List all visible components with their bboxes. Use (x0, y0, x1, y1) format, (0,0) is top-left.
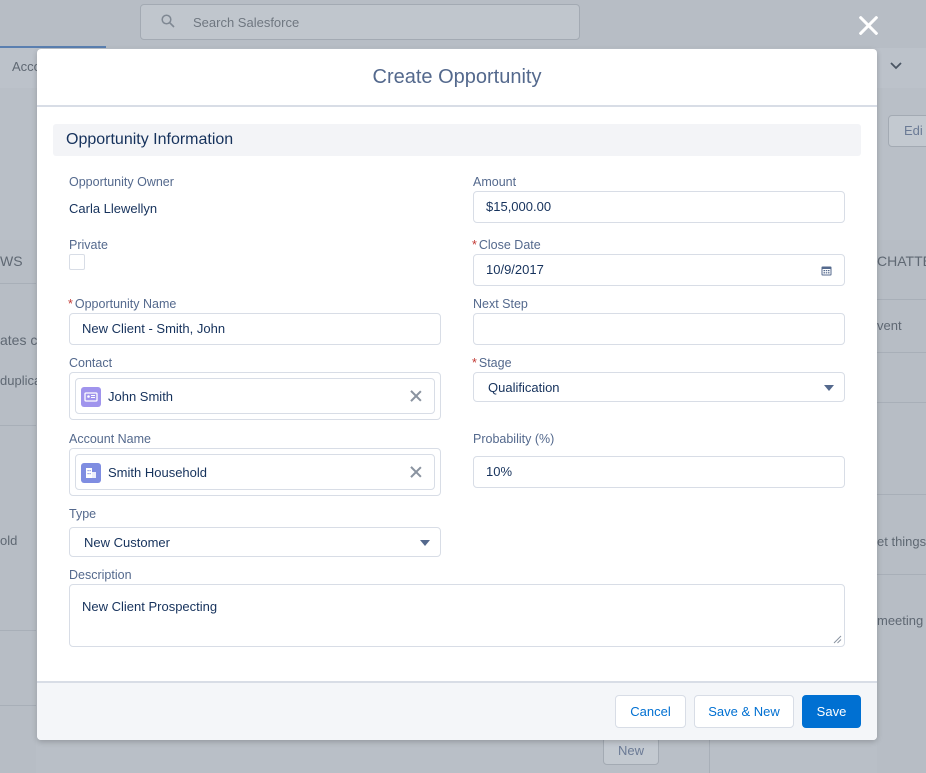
close-date-value: 10/9/2017 (486, 262, 544, 277)
bg-right-text-3: et things (877, 534, 926, 549)
stage-label-text: Stage (478, 356, 512, 370)
bg-divider (877, 494, 926, 495)
section-header: Opportunity Information (53, 124, 861, 156)
private-checkbox[interactable] (69, 254, 85, 270)
account-lookup[interactable]: Smith Household (69, 448, 441, 496)
bg-left-panel (0, 240, 36, 773)
modal-footer: Cancel Save & New Save (37, 681, 877, 740)
next-step-label: Next Step (473, 297, 528, 311)
bg-left-text-4: old (0, 533, 18, 548)
opportunity-name-label-text: Opportunity Name (74, 297, 177, 311)
probability-input[interactable]: 10% (473, 456, 845, 488)
stage-label: * Stage (472, 356, 512, 370)
chevron-down-icon (890, 62, 902, 70)
cancel-button[interactable]: Cancel (615, 695, 686, 728)
required-marker: * (68, 297, 73, 311)
contact-label: Contact (69, 356, 113, 370)
amount-label: Amount (473, 175, 517, 189)
required-marker: * (472, 356, 477, 370)
global-header: Search Salesforce (0, 0, 926, 48)
contact-card-icon (81, 387, 101, 407)
bg-divider (0, 630, 36, 631)
owner-value: Carla Llewellyn (69, 201, 158, 216)
account-pill-label: Smith Household (108, 465, 207, 480)
caret-down-icon (420, 540, 430, 546)
stage-select[interactable]: Qualification (473, 372, 845, 402)
required-marker: * (472, 238, 477, 252)
account-pill[interactable]: Smith Household (75, 454, 435, 490)
bg-divider (877, 402, 926, 403)
modal-header: Create Opportunity (37, 49, 877, 107)
create-opportunity-modal: Create Opportunity Opportunity Informati… (37, 49, 877, 740)
private-label: Private (69, 238, 108, 252)
close-date-label: * Close Date (472, 238, 541, 252)
contact-lookup[interactable]: John Smith (69, 372, 441, 420)
bg-divider (0, 705, 36, 706)
contact-pill[interactable]: John Smith (75, 378, 435, 414)
bg-left-text-3: duplica (0, 373, 42, 388)
global-search-placeholder: Search Salesforce (193, 15, 300, 30)
modal-title: Create Opportunity (372, 66, 542, 88)
probability-label: Probability (%) (473, 432, 555, 446)
type-label: Type (69, 507, 97, 521)
bg-divider (877, 352, 926, 353)
calendar-icon[interactable] (821, 265, 832, 276)
global-search-box: Search Salesforce (140, 4, 580, 40)
close-modal-icon[interactable] (854, 11, 884, 41)
bg-right-text-2: vent (877, 318, 902, 333)
close-date-label-text: Close Date (478, 238, 541, 252)
description-textarea[interactable]: New Client Prospecting (69, 584, 845, 647)
save-and-new-button[interactable]: Save & New (694, 695, 794, 728)
account-building-icon (81, 463, 101, 483)
owner-label: Opportunity Owner (69, 175, 174, 189)
bg-edit-button: Edi (888, 115, 926, 147)
type-select[interactable]: New Customer (69, 527, 441, 557)
bg-right-text-4: meeting (877, 613, 924, 628)
opportunity-name-input[interactable]: New Client - Smith, John (69, 313, 441, 345)
bg-left-text-1: WS (0, 253, 23, 269)
caret-down-icon (824, 385, 834, 391)
opportunity-name-label: * Opportunity Name (68, 297, 176, 311)
resize-grip-icon[interactable] (833, 635, 842, 644)
contact-pill-label: John Smith (108, 389, 174, 404)
description-label: Description (69, 568, 132, 582)
account-name-label: Account Name (69, 432, 151, 446)
close-date-input[interactable]: 10/9/2017 (473, 254, 845, 286)
bg-right-text-1: CHATTE (877, 253, 926, 269)
stage-select-value: Qualification (488, 380, 560, 395)
description-value: New Client Prospecting (82, 599, 218, 614)
bg-new-button: New (603, 737, 659, 765)
bg-divider (877, 574, 926, 575)
amount-input[interactable]: $15,000.00 (473, 191, 845, 223)
remove-account-icon[interactable] (410, 466, 422, 478)
section-title: Opportunity Information (66, 131, 234, 148)
next-step-input[interactable] (473, 313, 845, 345)
save-button[interactable]: Save (802, 695, 861, 728)
bg-left-text-2: ates c (0, 332, 38, 348)
bg-divider (709, 740, 710, 773)
type-select-value: New Customer (84, 535, 170, 550)
bg-divider (0, 425, 36, 426)
bg-divider (0, 283, 36, 284)
search-icon (161, 14, 175, 28)
bg-divider (877, 299, 926, 300)
remove-contact-icon[interactable] (410, 390, 422, 402)
